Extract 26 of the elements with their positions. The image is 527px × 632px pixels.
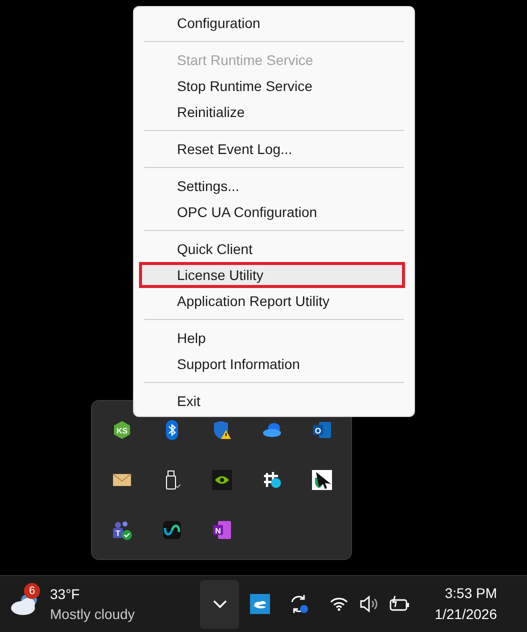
menu-item[interactable]: Help [134,325,414,351]
menu-item[interactable]: Support Information [134,351,414,377]
cloud-app-icon[interactable] [250,594,270,614]
chevron-down-icon [212,600,226,608]
menu-item[interactable]: Application Report Utility [134,288,414,314]
notification-count: 6 [24,583,40,599]
clock-date: 1/21/2026 [434,605,497,624]
menu-item[interactable]: Reset Event Log... [134,136,414,162]
menu-item[interactable]: Quick Client [134,236,414,262]
wifi-icon[interactable] [330,597,348,611]
loop-logo-icon[interactable] [162,520,182,540]
weather-condition: Mostly cloudy [50,605,135,624]
battery-charging-icon[interactable] [389,595,411,613]
menu-item[interactable]: Reinitialize [134,99,414,125]
clock-time: 3:53 PM [444,584,497,603]
menu-item[interactable]: Settings... [134,173,414,199]
menu-item[interactable]: Configuration [134,10,414,36]
eye-logo-icon[interactable] [212,470,232,490]
volume-icon[interactable] [359,595,379,613]
menu-item[interactable]: License Utility [139,262,405,288]
temperature: 33°F [50,585,81,604]
menu-item[interactable]: Stop Runtime Service [134,73,414,99]
menu-item[interactable]: OPC UA Configuration [134,199,414,225]
menu-item[interactable]: Exit [134,388,414,414]
shield-cursor-icon[interactable] [312,470,332,490]
shield-warning-icon[interactable] [212,420,232,440]
